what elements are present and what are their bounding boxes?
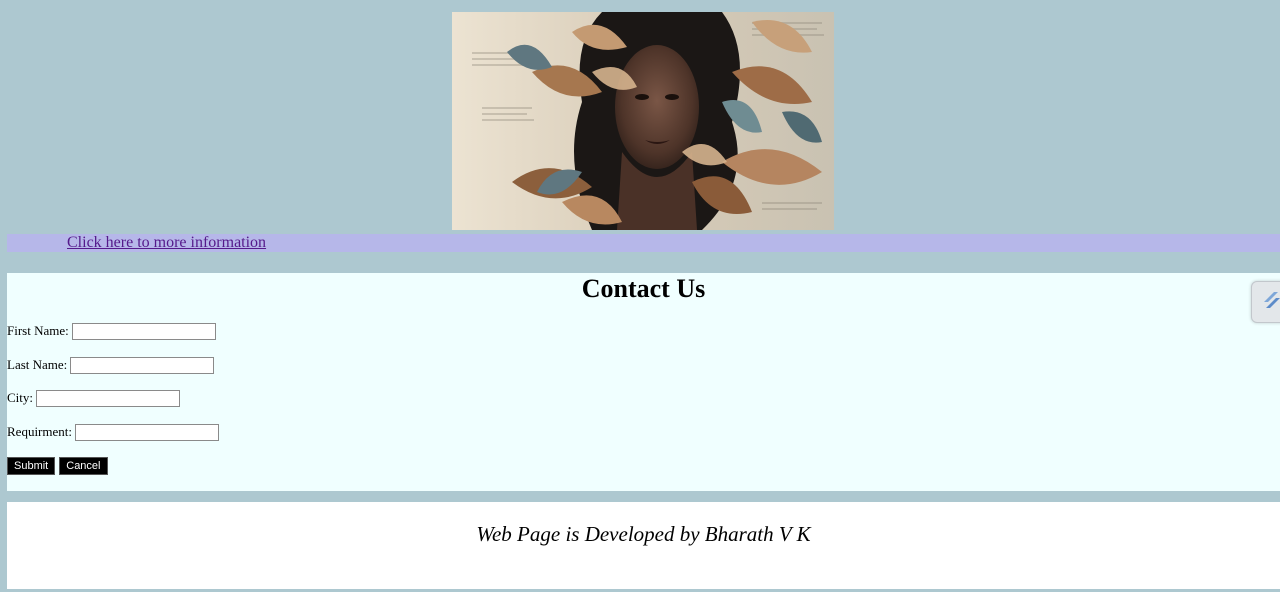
- side-extension-widget[interactable]: [1251, 281, 1280, 323]
- more-information-link[interactable]: Click here to more information: [67, 234, 266, 252]
- extension-icon: [1264, 292, 1280, 308]
- collage-portrait-image: [452, 12, 834, 230]
- first-name-row: First Name:: [7, 321, 216, 341]
- first-name-label: First Name:: [7, 323, 69, 338]
- footer: Web Page is Developed by Bharath V K: [7, 502, 1280, 589]
- first-name-input[interactable]: [71, 322, 216, 340]
- footer-credit: Web Page is Developed by Bharath V K: [476, 522, 811, 546]
- contact-section: Contact Us First Name: Last Name: City: …: [7, 273, 1280, 491]
- last-name-row: Last Name:: [7, 355, 215, 375]
- city-input[interactable]: [36, 389, 181, 407]
- submit-button[interactable]: Submit: [7, 457, 56, 475]
- last-name-label: Last Name:: [7, 357, 68, 372]
- contact-title: Contact Us: [581, 274, 706, 303]
- form-buttons: Submit Cancel: [7, 457, 108, 475]
- cancel-button[interactable]: Cancel: [59, 457, 108, 475]
- requirement-label: Requirment:: [7, 424, 72, 439]
- city-label: City:: [7, 390, 34, 405]
- last-name-input[interactable]: [70, 356, 215, 374]
- info-bar: Click here to more information: [7, 234, 1280, 252]
- hero-image: [452, 12, 834, 230]
- requirement-row: Requirment:: [7, 422, 219, 442]
- city-row: City:: [7, 388, 181, 408]
- requirement-input[interactable]: [75, 423, 219, 441]
